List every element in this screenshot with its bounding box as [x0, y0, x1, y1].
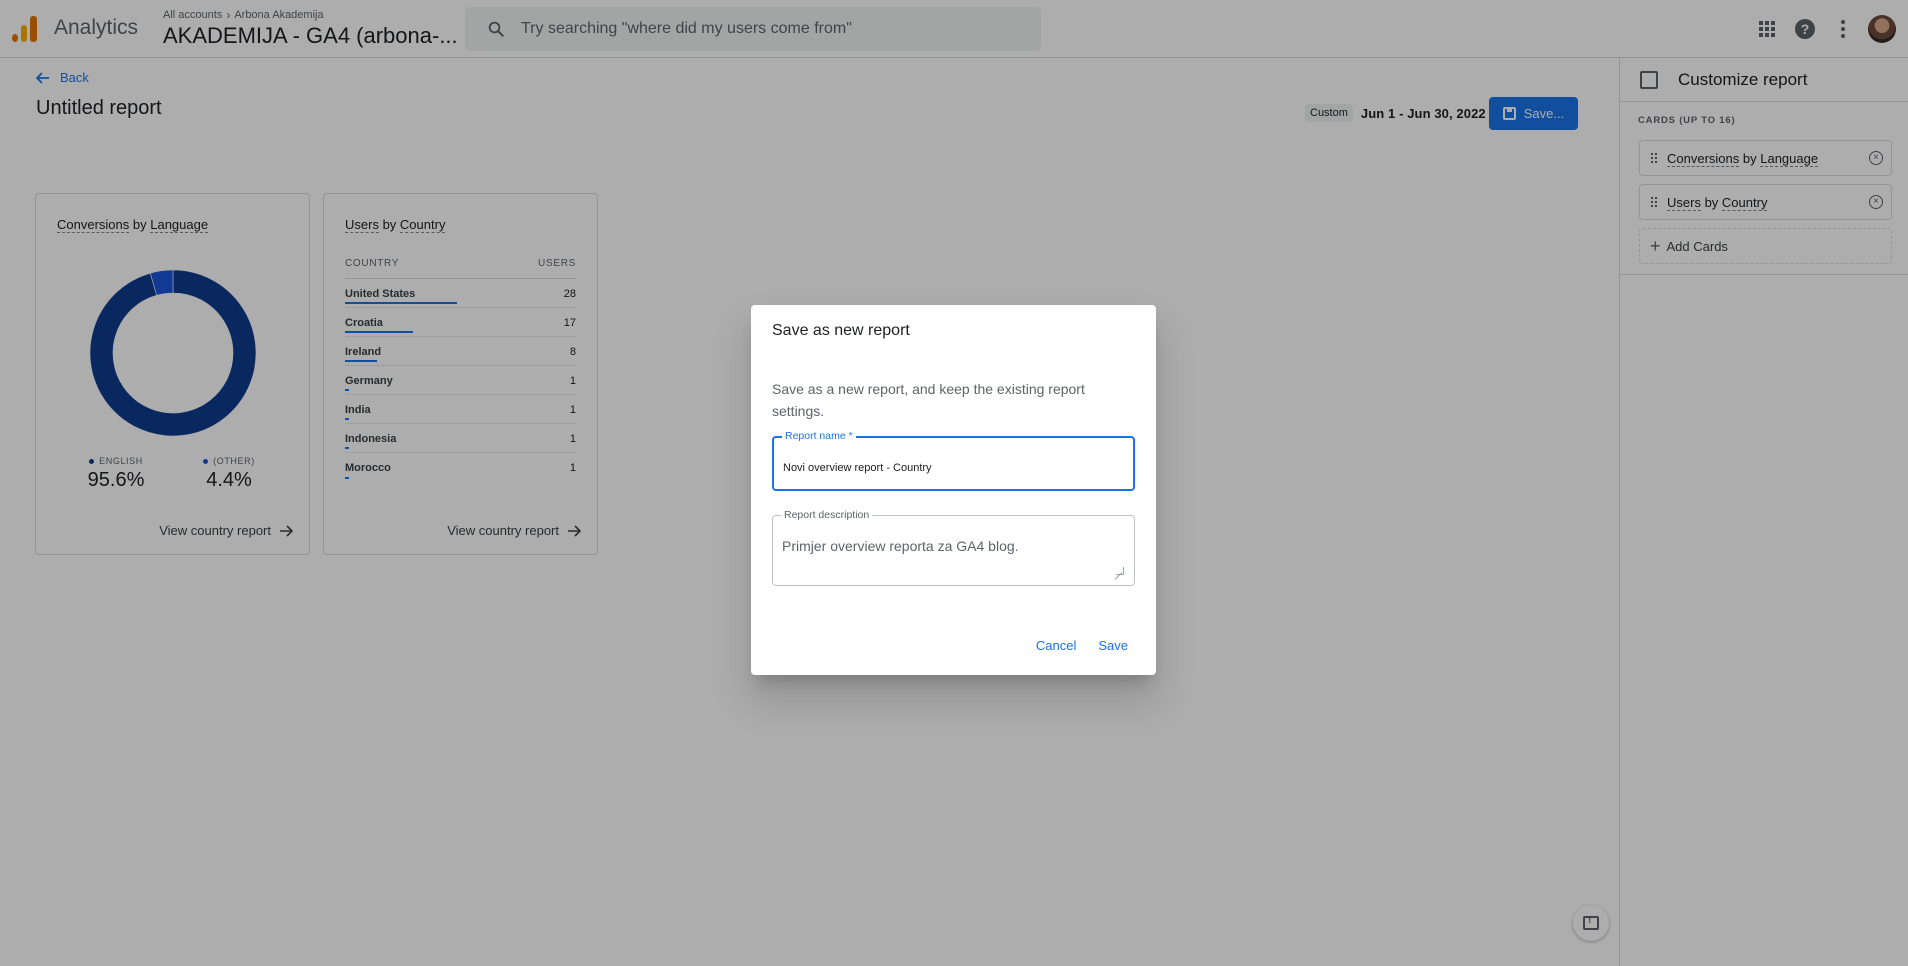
report-description-field[interactable]: Report description Primjer overview repo…	[772, 509, 1135, 586]
dialog-actions: Cancel Save	[1030, 632, 1134, 659]
report-name-label: Report name *	[782, 430, 856, 442]
report-description-label: Report description	[781, 509, 873, 521]
save-as-new-report-dialog: Save as new report Save as a new report,…	[751, 305, 1156, 675]
report-description-input[interactable]: Primjer overview reporta za GA4 blog.	[782, 538, 1122, 562]
report-name-input[interactable]	[783, 462, 1123, 474]
dialog-title: Save as new report	[772, 322, 910, 339]
dialog-description: Save as a new report, and keep the exist…	[772, 381, 1085, 419]
report-name-field[interactable]: Report name *	[772, 430, 1135, 491]
resize-handle-icon[interactable]	[1116, 567, 1124, 575]
cancel-button[interactable]: Cancel	[1030, 632, 1082, 659]
save-button[interactable]: Save	[1092, 632, 1134, 659]
